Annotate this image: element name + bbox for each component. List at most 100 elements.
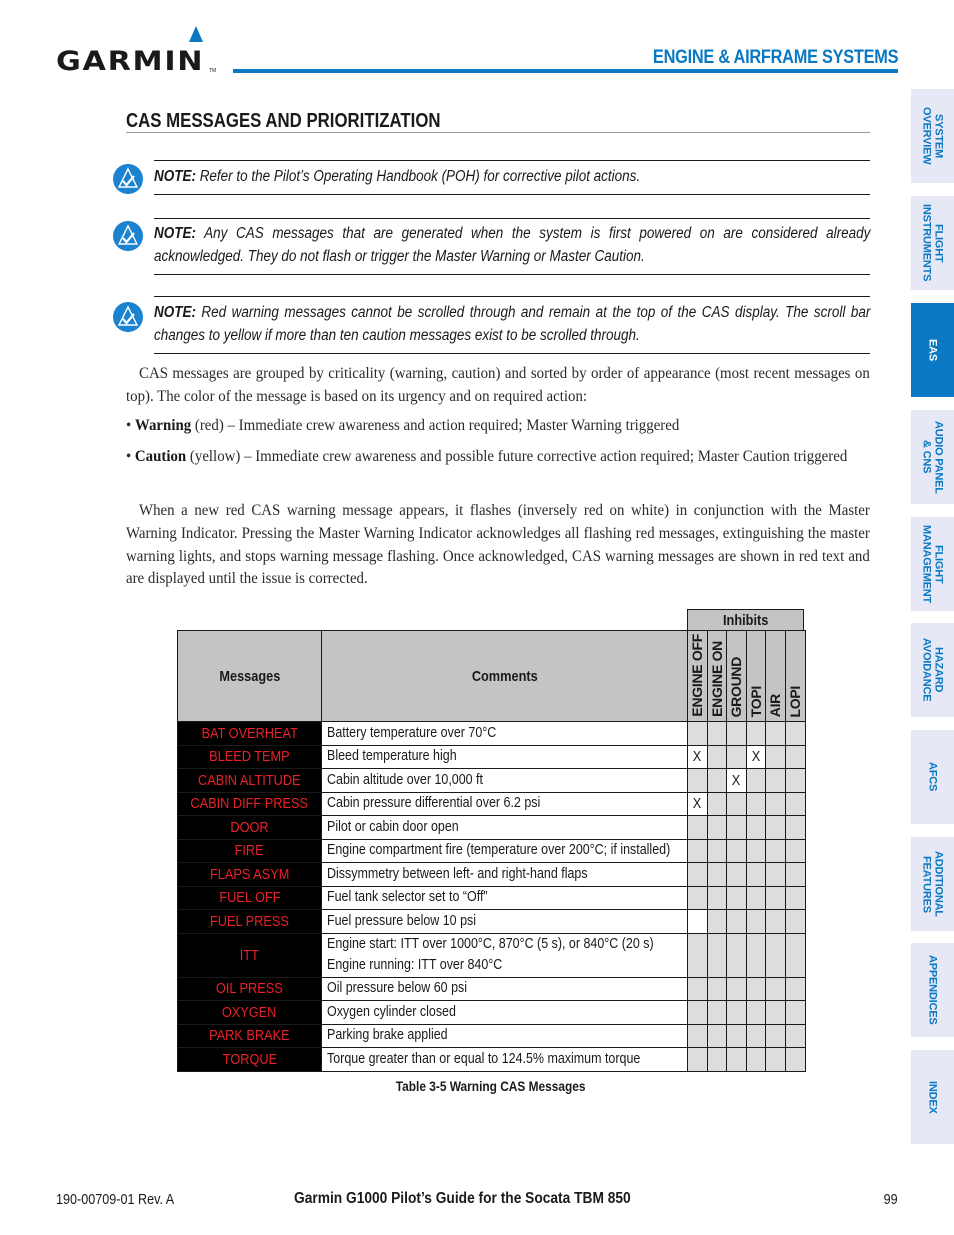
note-text: Red warning messages cannot be scrolled … xyxy=(154,304,871,344)
inhibit-cell xyxy=(784,885,806,910)
table-row: FLAPS ASYM Dissymmetry between left- and … xyxy=(177,862,806,887)
inhibit-cell xyxy=(765,1000,786,1025)
side-tab-label: AUDIO PANEL & CNS xyxy=(920,420,945,494)
inhibit-cell xyxy=(745,791,766,816)
inhibit-cell xyxy=(687,768,708,793)
cas-comment: Oxygen cylinder closed xyxy=(321,1000,688,1025)
bullet-term: Warning xyxy=(134,417,192,434)
cas-comment: Torque greater than or equal to 124.5% m… xyxy=(321,1047,688,1072)
inhibit-cell xyxy=(706,721,727,746)
inhibit-cell: X xyxy=(687,791,708,816)
side-tab-system-overview[interactable]: SYSTEM OVERVIEW xyxy=(911,89,954,183)
table-row: PARK BRAKE Parking brake applied xyxy=(177,1023,806,1048)
logo-trademark: TM xyxy=(209,68,217,74)
inhibit-cell xyxy=(687,1000,708,1025)
side-tab-label: HAZARD AVOIDANCE xyxy=(920,638,945,702)
table-row: BAT OVERHEAT Battery temperature over 70°… xyxy=(177,721,806,746)
inhibit-cell xyxy=(687,932,708,978)
inhibit-cell xyxy=(765,1047,786,1072)
inhibit-cell xyxy=(687,721,708,746)
cas-comment: Battery temperature over 70°C xyxy=(321,721,688,746)
inhibit-cell xyxy=(726,744,747,769)
note-2: NOTE: Any CAS messages that are generate… xyxy=(113,218,871,275)
inhibit-cell xyxy=(687,885,708,910)
inhibit-cell xyxy=(726,838,747,863)
inhibit-cell xyxy=(726,862,747,887)
table-row: CABIN ALTITUDE Cabin altitude over 10,000… xyxy=(177,768,806,793)
inhibit-cell xyxy=(765,862,786,887)
table-row: TORQUE Torque greater than or equal to 12… xyxy=(177,1047,806,1072)
inhibit-cell xyxy=(784,862,806,887)
side-tab-eas[interactable]: EAS xyxy=(911,303,954,397)
page-number: 99 xyxy=(883,1191,898,1208)
inhibit-cell xyxy=(726,721,747,746)
inhibit-cell xyxy=(784,932,806,978)
cas-comment: Fuel tank selector set to “Off” xyxy=(321,885,688,910)
inhibits-header: Inhibits xyxy=(687,609,804,631)
cas-message: CABIN ALTITUDE xyxy=(177,768,322,793)
table-caption: Table 3-5 Warning CAS Messages xyxy=(396,1078,586,1094)
side-tab-label: AFCS xyxy=(926,762,939,792)
bullet-text: (red) – Immediate crew awareness and act… xyxy=(191,417,680,434)
table-row: CABIN DIFF PRESS Cabin pressure different… xyxy=(177,791,806,816)
inhibit-cell xyxy=(784,744,806,769)
side-tab-label: EAS xyxy=(926,338,939,362)
inhibit-cell xyxy=(726,1000,747,1025)
note-label: NOTE: xyxy=(154,225,196,242)
side-tab-flight-management[interactable]: FLIGHT MANAGEMENT xyxy=(911,517,954,611)
inhibit-cell xyxy=(765,932,786,978)
inhibit-cell xyxy=(687,838,708,863)
inhibit-cell xyxy=(706,976,727,1001)
cas-message: FLAPS ASYM xyxy=(177,862,322,887)
side-tab-index[interactable]: INDEX xyxy=(911,1050,954,1144)
note-text: Refer to the Pilot’s Operating Handbook … xyxy=(195,168,641,185)
inhibit-cell xyxy=(765,768,786,793)
side-tab-label: INDEX xyxy=(926,1080,939,1114)
inhibit-cell xyxy=(687,1047,708,1072)
inhibit-cell xyxy=(784,909,806,934)
column-header-lopi: LOPI xyxy=(784,630,806,722)
column-header-topi: TOPI xyxy=(745,630,766,722)
inhibit-cell xyxy=(765,815,786,840)
side-tab-appendices[interactable]: APPENDICES xyxy=(911,943,954,1037)
inhibit-cell xyxy=(745,815,766,840)
note-label: NOTE: xyxy=(154,168,196,185)
inhibit-cell xyxy=(745,768,766,793)
cas-message: PARK BRAKE xyxy=(177,1023,322,1048)
section-title: ENGINE & AIRFRAME SYSTEMS xyxy=(652,47,899,68)
bullet-warning: • Warning (red) – Immediate crew awarene… xyxy=(126,417,680,434)
side-tab-afcs[interactable]: AFCS xyxy=(911,730,954,824)
logo-triangle-icon xyxy=(189,26,203,42)
note-check-icon xyxy=(113,221,143,251)
inhibit-cell xyxy=(726,976,747,1001)
inhibit-cell xyxy=(784,1000,806,1025)
inhibit-cell xyxy=(726,815,747,840)
page-title: CAS MESSAGES AND PRIORITIZATION xyxy=(126,110,441,132)
side-tab-flight-instruments[interactable]: FLIGHT INSTRUMENTS xyxy=(911,196,954,290)
note-text: Any CAS messages that are generated when… xyxy=(154,225,871,265)
side-tab-hazard-avoidance[interactable]: HAZARD AVOIDANCE xyxy=(911,623,954,717)
table-row: FUEL PRESS Fuel pressure below 10 psi xyxy=(177,909,806,934)
side-tab-audio-panel-cns[interactable]: AUDIO PANEL & CNS xyxy=(911,410,954,504)
side-tab-additional-features[interactable]: ADDITIONAL FEATURES xyxy=(911,837,954,931)
table-row: OIL PRESS Oil pressure below 60 psi xyxy=(177,976,806,1001)
inhibit-cell: X xyxy=(726,768,747,793)
side-tab-label: APPENDICES xyxy=(926,955,939,1025)
inhibit-cell xyxy=(745,838,766,863)
inhibit-cell xyxy=(706,768,727,793)
inhibit-cell xyxy=(706,1047,727,1072)
cas-comment: Parking brake applied xyxy=(321,1023,688,1048)
side-tab-label: FLIGHT MANAGEMENT xyxy=(920,524,945,604)
inhibit-cell xyxy=(706,838,727,863)
inhibit-cell xyxy=(784,721,806,746)
logo-text: GARMIN xyxy=(56,46,205,77)
inhibit-cell xyxy=(765,976,786,1001)
side-tab-label: FLIGHT INSTRUMENTS xyxy=(920,204,945,282)
note-check-icon xyxy=(113,164,143,194)
inhibit-cell xyxy=(784,1047,806,1072)
inhibit-cell xyxy=(745,1000,766,1025)
inhibit-cell xyxy=(765,744,786,769)
cas-comment: Dissymmetry between left- and right-hand… xyxy=(321,862,688,887)
inhibit-cell xyxy=(706,932,727,978)
cas-message: TORQUE xyxy=(177,1047,322,1072)
